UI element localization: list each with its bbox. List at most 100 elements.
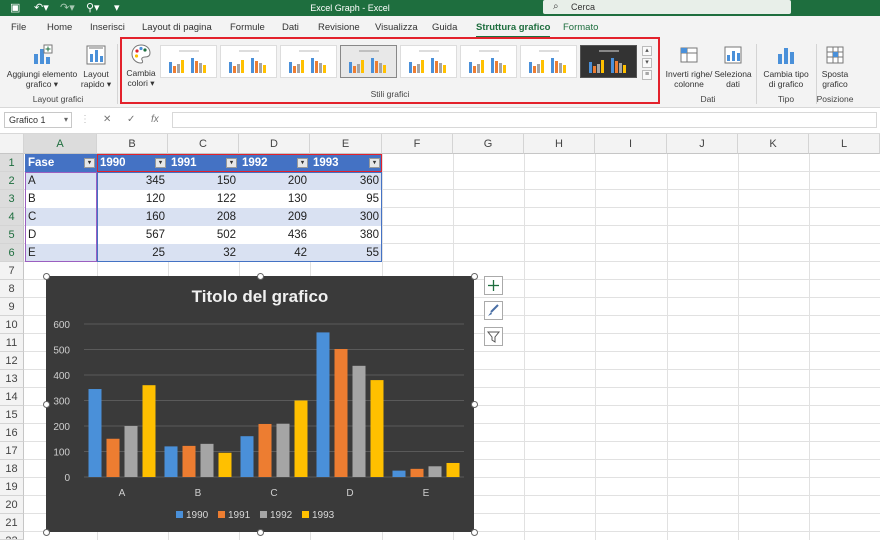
table-header-cell[interactable]: 1990 ▾ bbox=[97, 154, 168, 172]
table-cell[interactable]: 160 bbox=[97, 208, 168, 226]
table-header-cell[interactable]: 1991 ▾ bbox=[168, 154, 239, 172]
select-all-corner[interactable] bbox=[0, 134, 24, 154]
resize-handle[interactable] bbox=[43, 401, 50, 408]
chart-style-3[interactable] bbox=[280, 45, 337, 78]
row-header-22[interactable]: 22 bbox=[0, 532, 24, 540]
row-header-5[interactable]: 5 bbox=[0, 226, 24, 244]
bar-1991-B[interactable] bbox=[182, 445, 196, 477]
insert-function-icon[interactable]: fx bbox=[151, 114, 159, 125]
tab-data[interactable]: Dati bbox=[282, 22, 299, 33]
move-chart-button[interactable]: Sposta grafico bbox=[817, 44, 853, 89]
column-header-c[interactable]: C bbox=[168, 134, 239, 154]
resize-handle[interactable] bbox=[471, 273, 478, 280]
chart-style-5[interactable] bbox=[400, 45, 457, 78]
table-cell[interactable]: 502 bbox=[168, 226, 239, 244]
tab-page-layout[interactable]: Layout di pagina bbox=[142, 22, 212, 33]
table-cell[interactable]: 122 bbox=[168, 190, 239, 208]
chart-area[interactable] bbox=[46, 276, 474, 532]
tab-help[interactable]: Guida bbox=[432, 22, 457, 33]
redo-icon[interactable]: ↷▾ bbox=[60, 0, 75, 16]
table-cell[interactable]: 360 bbox=[310, 172, 382, 190]
bar-1990-D[interactable] bbox=[316, 332, 330, 477]
table-cell[interactable]: B bbox=[25, 190, 97, 208]
row-header-15[interactable]: 15 bbox=[0, 406, 24, 424]
tab-formulas[interactable]: Formule bbox=[230, 22, 265, 33]
column-header-j[interactable]: J bbox=[667, 134, 738, 154]
table-header-cell[interactable]: 1992 ▾ bbox=[239, 154, 310, 172]
table-cell[interactable]: 25 bbox=[97, 244, 168, 262]
table-cell[interactable]: 95 bbox=[310, 190, 382, 208]
change-colors-button[interactable]: Cambia colori ▾ bbox=[124, 43, 158, 88]
chart-style-6[interactable] bbox=[460, 45, 517, 78]
table-cell[interactable]: 120 bbox=[97, 190, 168, 208]
enter-icon[interactable]: ✓ bbox=[127, 114, 135, 125]
table-cell[interactable]: 208 bbox=[168, 208, 239, 226]
resize-handle[interactable] bbox=[257, 273, 264, 280]
column-header-f[interactable]: F bbox=[382, 134, 453, 154]
bar-1993-D[interactable] bbox=[370, 380, 384, 477]
row-header-14[interactable]: 14 bbox=[0, 388, 24, 406]
bar-1990-A[interactable] bbox=[88, 389, 102, 477]
resize-handle[interactable] bbox=[43, 273, 50, 280]
bar-1990-E[interactable] bbox=[392, 470, 406, 477]
tab-insert[interactable]: Inserisci bbox=[90, 22, 125, 33]
bar-1992-C[interactable] bbox=[276, 423, 290, 477]
bar-1993-A[interactable] bbox=[142, 385, 156, 477]
row-header-3[interactable]: 3 bbox=[0, 190, 24, 208]
chart-styles-button[interactable] bbox=[484, 301, 503, 320]
select-data-button[interactable]: Seleziona dati bbox=[714, 44, 752, 89]
customize-quick-access-icon[interactable]: ▾ bbox=[114, 0, 120, 16]
row-header-19[interactable]: 19 bbox=[0, 478, 24, 496]
row-header-9[interactable]: 9 bbox=[0, 298, 24, 316]
add-chart-element-button[interactable]: Aggiungi elemento grafico ▾ bbox=[4, 44, 80, 89]
row-header-11[interactable]: 11 bbox=[0, 334, 24, 352]
table-cell[interactable]: 380 bbox=[310, 226, 382, 244]
row-header-7[interactable]: 7 bbox=[0, 262, 24, 280]
row-header-6[interactable]: 6 bbox=[0, 244, 24, 262]
row-header-10[interactable]: 10 bbox=[0, 316, 24, 334]
chart-style-8[interactable] bbox=[580, 45, 637, 78]
filter-dropdown-icon[interactable]: ▾ bbox=[297, 158, 308, 168]
bar-1992-B[interactable] bbox=[200, 443, 214, 477]
gallery-scroll-down[interactable]: ▾ bbox=[642, 58, 652, 68]
chart-title[interactable]: Titolo del grafico bbox=[192, 287, 329, 306]
bar-1992-E[interactable] bbox=[428, 466, 442, 477]
column-header-a[interactable]: A bbox=[24, 134, 97, 154]
resize-handle[interactable] bbox=[471, 529, 478, 536]
row-header-12[interactable]: 12 bbox=[0, 352, 24, 370]
table-cell[interactable]: 55 bbox=[310, 244, 382, 262]
bar-1993-E[interactable] bbox=[446, 462, 460, 477]
quick-layout-button[interactable]: Layout rapido ▾ bbox=[80, 44, 112, 89]
table-cell[interactable]: 567 bbox=[97, 226, 168, 244]
column-header-k[interactable]: K bbox=[738, 134, 809, 154]
chart-style-1[interactable] bbox=[160, 45, 217, 78]
filter-dropdown-icon[interactable]: ▾ bbox=[155, 158, 166, 168]
bar-1992-D[interactable] bbox=[352, 365, 366, 477]
column-header-l[interactable]: L bbox=[809, 134, 880, 154]
row-header-21[interactable]: 21 bbox=[0, 514, 24, 532]
tab-view[interactable]: Visualizza bbox=[375, 22, 418, 33]
table-cell[interactable]: C bbox=[25, 208, 97, 226]
bar-1991-D[interactable] bbox=[334, 348, 348, 477]
row-header-1[interactable]: 1 bbox=[0, 154, 24, 172]
cancel-icon[interactable]: ✕ bbox=[103, 114, 111, 125]
bar-1990-C[interactable] bbox=[240, 436, 254, 477]
bar-1993-C[interactable] bbox=[294, 400, 308, 478]
tab-review[interactable]: Revisione bbox=[318, 22, 360, 33]
search-box[interactable]: ⌕ Cerca bbox=[543, 0, 791, 14]
column-header-g[interactable]: G bbox=[453, 134, 524, 154]
name-box[interactable]: Grafico 1 ▾ bbox=[4, 112, 72, 128]
bar-1991-C[interactable] bbox=[258, 423, 272, 477]
row-header-17[interactable]: 17 bbox=[0, 442, 24, 460]
resize-handle[interactable] bbox=[43, 529, 50, 536]
table-cell[interactable]: 130 bbox=[239, 190, 310, 208]
row-header-4[interactable]: 4 bbox=[0, 208, 24, 226]
table-cell[interactable]: D bbox=[25, 226, 97, 244]
formula-input[interactable] bbox=[172, 112, 877, 128]
resize-handle[interactable] bbox=[257, 529, 264, 536]
table-cell[interactable]: 436 bbox=[239, 226, 310, 244]
chart-elements-button[interactable] bbox=[484, 276, 503, 295]
touch-mode-icon[interactable]: ⚲▾ bbox=[86, 0, 100, 16]
table-header-cell[interactable]: Fase ▾ bbox=[25, 154, 97, 172]
filter-dropdown-icon[interactable]: ▾ bbox=[226, 158, 237, 168]
